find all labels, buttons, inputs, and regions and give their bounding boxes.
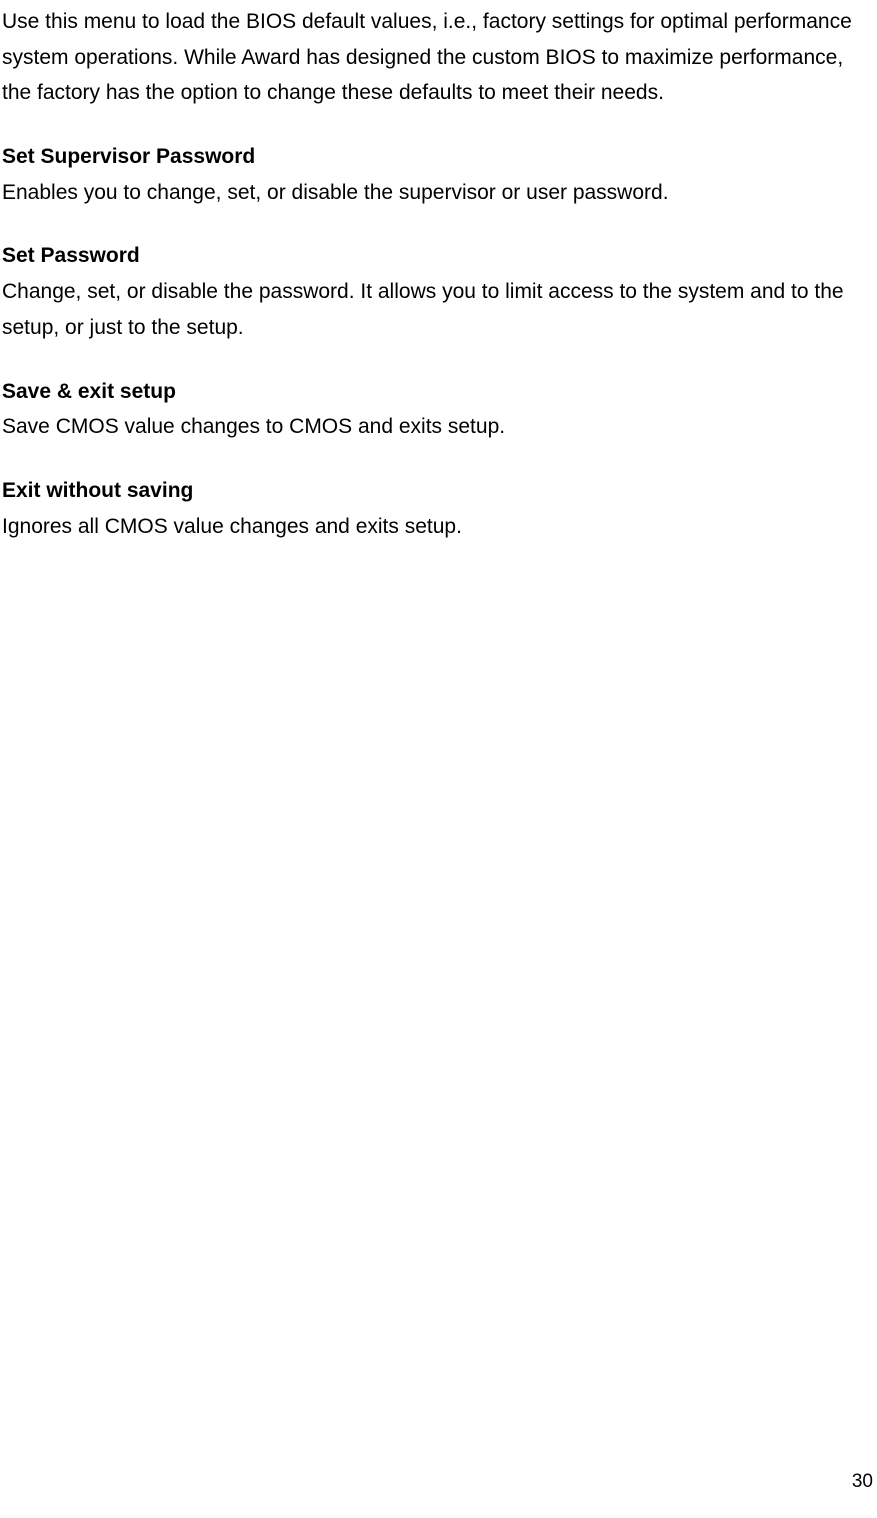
section-body: Save CMOS value changes to CMOS and exit… bbox=[2, 409, 875, 445]
section-heading: Set Password bbox=[2, 238, 875, 274]
page-content: Use this menu to load the BIOS default v… bbox=[0, 4, 877, 544]
intro-paragraph: Use this menu to load the BIOS default v… bbox=[2, 4, 875, 111]
section-exit-without-saving: Exit without saving Ignores all CMOS val… bbox=[2, 473, 875, 544]
section-body: Enables you to change, set, or disable t… bbox=[2, 175, 875, 211]
section-body: Ignores all CMOS value changes and exits… bbox=[2, 509, 875, 545]
section-heading: Exit without saving bbox=[2, 473, 875, 509]
section-heading: Save & exit setup bbox=[2, 374, 875, 410]
section-body: Change, set, or disable the password. It… bbox=[2, 274, 875, 345]
section-save-exit-setup: Save & exit setup Save CMOS value change… bbox=[2, 374, 875, 445]
section-heading: Set Supervisor Password bbox=[2, 139, 875, 175]
section-set-password: Set Password Change, set, or disable the… bbox=[2, 238, 875, 345]
section-set-supervisor-password: Set Supervisor Password Enables you to c… bbox=[2, 139, 875, 210]
page-number: 30 bbox=[852, 1466, 873, 1498]
